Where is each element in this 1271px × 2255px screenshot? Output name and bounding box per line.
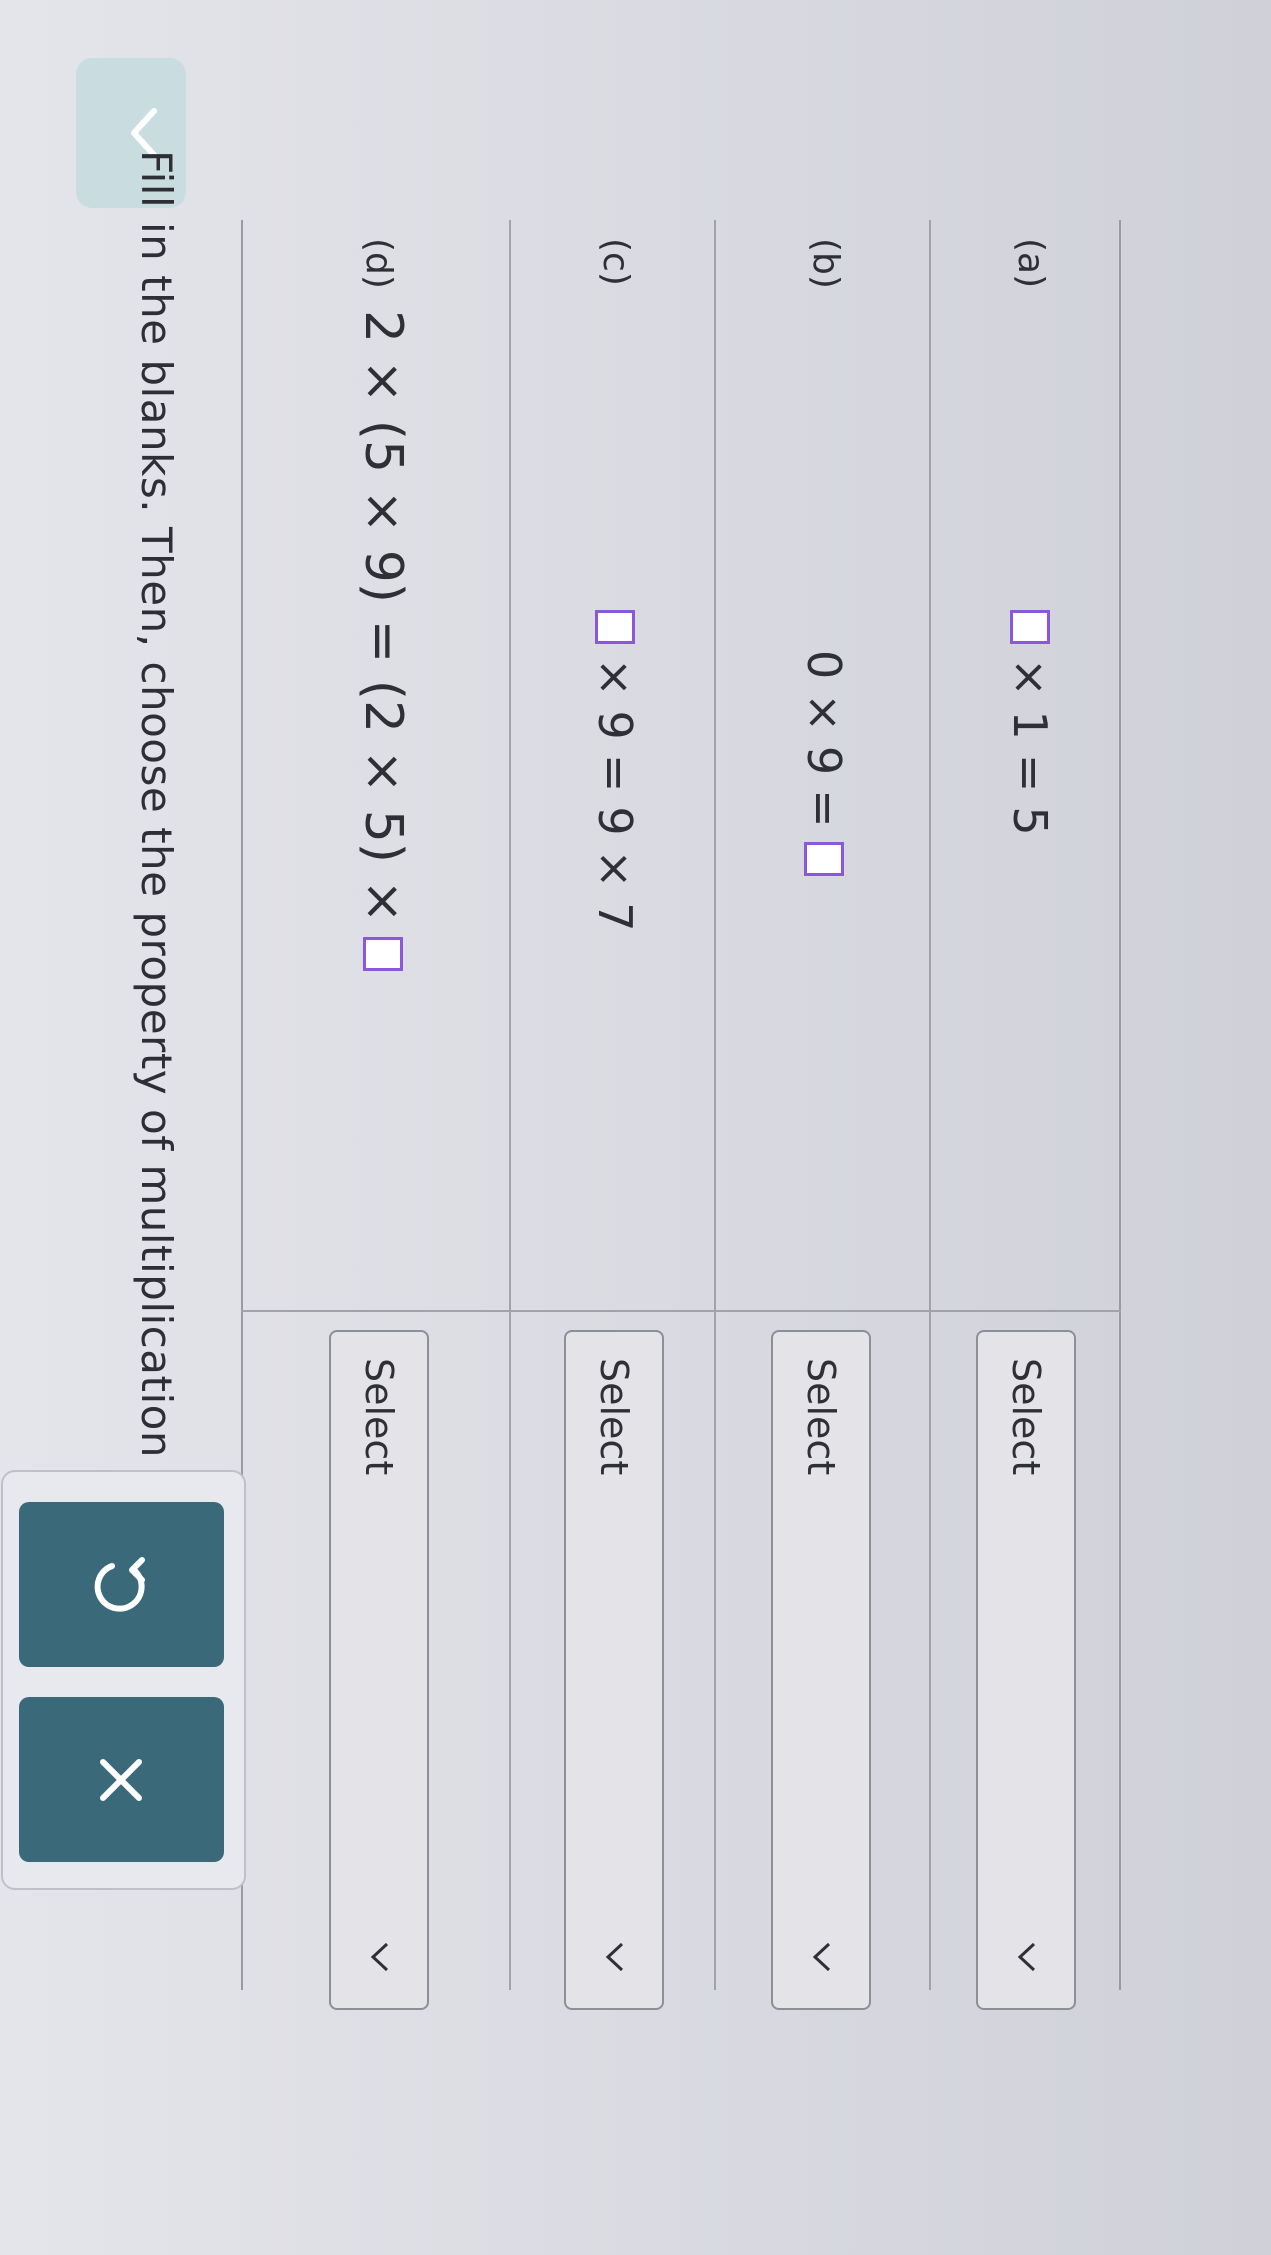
screen-photo: Fill in the blanks. Then, choose the pro…	[0, 0, 1271, 2255]
chevron-down-icon	[370, 1942, 389, 1972]
chevron-down-icon	[812, 1942, 831, 1972]
row-label: (b)	[805, 238, 846, 289]
question-screen: Fill in the blanks. Then, choose the pro…	[0, 0, 1271, 2255]
exercise-table: (a) × 1 = 5 Select (b) 0 × 9 = Select (c…	[241, 220, 1121, 2010]
property-select[interactable]: Select	[564, 1330, 664, 2010]
table-row: (c) × 9 = 9 × 7 Select	[509, 220, 716, 2010]
chevron-down-icon	[605, 1942, 624, 1972]
clear-button[interactable]	[19, 1697, 224, 1862]
row-label: (d)	[358, 238, 399, 289]
answer-blank[interactable]	[1010, 610, 1050, 644]
row-b-expression: 0 × 9 =	[797, 650, 851, 876]
property-select[interactable]: Select	[976, 1330, 1076, 2010]
chevron-down-icon	[1017, 1942, 1036, 1972]
close-icon	[100, 1758, 143, 1801]
answer-blank[interactable]	[363, 937, 403, 972]
tool-panel	[1, 1470, 246, 1890]
row-label: (a)	[1010, 238, 1051, 289]
table-row: (a) × 1 = 5 Select	[929, 220, 1121, 2010]
table-row: (d) 2 × (5 × 9) = (2 × 5) × Select	[241, 220, 511, 2010]
undo-icon	[95, 1556, 146, 1612]
table-row: (b) 0 × 9 = Select	[714, 220, 931, 2010]
row-d-expression: 2 × (5 × 9) = (2 × 5) ×	[353, 310, 413, 972]
row-label: (c)	[595, 238, 636, 286]
row-a-expression: × 1 = 5	[1003, 610, 1057, 836]
property-select[interactable]: Select	[329, 1330, 429, 2010]
answer-blank[interactable]	[595, 610, 635, 644]
undo-button[interactable]	[19, 1502, 224, 1667]
property-select[interactable]: Select	[771, 1330, 871, 2010]
instruction-text: Fill in the blanks. Then, choose the pro…	[132, 150, 181, 1682]
answer-blank[interactable]	[804, 841, 844, 876]
row-c-expression: × 9 = 9 × 7	[588, 610, 642, 931]
